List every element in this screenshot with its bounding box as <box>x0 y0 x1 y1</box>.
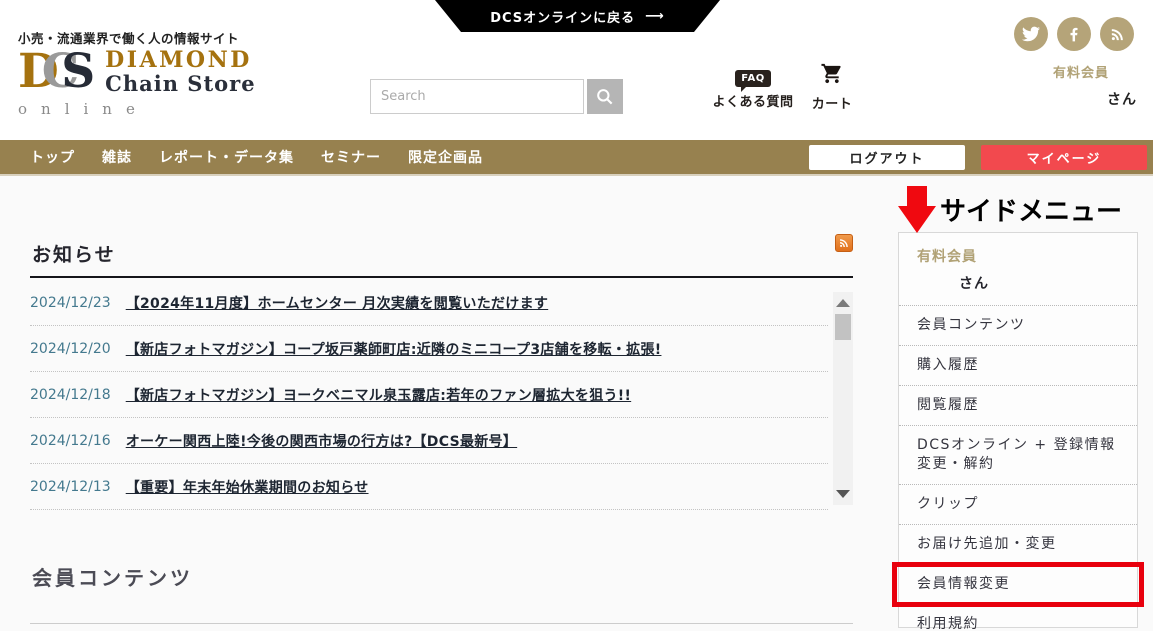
nav-item[interactable]: 雑誌 <box>102 147 132 167</box>
news-item: 2024/12/18 【新店フォトマガジン】ヨークベニマル泉玉露店:若年のファン… <box>30 372 828 418</box>
rss-feed-icon[interactable] <box>835 234 853 252</box>
red-down-arrow-icon <box>898 186 936 233</box>
logo-text: DIAMOND Chain Store <box>105 46 255 96</box>
sidebar-item[interactable]: DCSオンライン + 登録情報変更・解約 <box>899 425 1137 484</box>
nav-item[interactable]: レポート・データ集 <box>159 147 294 167</box>
sidebar-item[interactable]: クリップ <box>899 484 1137 524</box>
news-section-title: お知らせ <box>32 240 116 267</box>
member-status-label: 有料会員 <box>1053 62 1137 81</box>
nav-item[interactable]: セミナー <box>321 147 381 167</box>
scroll-up-icon[interactable] <box>836 299 850 307</box>
news-date: 2024/12/23 <box>30 295 111 311</box>
search-input[interactable] <box>371 80 583 113</box>
facebook-icon[interactable] <box>1057 17 1091 51</box>
logo-row: DCS DIAMOND Chain Store <box>18 46 256 98</box>
twitter-icon[interactable] <box>1014 17 1048 51</box>
logo-chain-store: Chain Store <box>105 72 255 96</box>
scroll-thumb[interactable] <box>835 314 851 340</box>
cart-icon <box>820 62 844 85</box>
mypage-button[interactable]: マイページ <box>981 145 1147 170</box>
member-name: さん <box>1053 89 1137 109</box>
back-banner-label: DCSオンラインに戻る <box>490 7 635 26</box>
dcs-logo-mark: DCS <box>18 46 95 98</box>
sidebar-item[interactable]: 会員情報変更 <box>899 564 1137 604</box>
nav-item[interactable]: 限定企画品 <box>408 147 483 167</box>
news-link[interactable]: オーケー関西上陸!今後の関西市場の行方は?【DCS最新号】 <box>126 431 517 451</box>
sidebar-item[interactable]: 会員コンテンツ <box>899 305 1137 345</box>
faq-label: よくある質問 <box>705 91 801 110</box>
search-box <box>370 79 584 114</box>
scroll-down-icon[interactable] <box>836 490 850 498</box>
news-date: 2024/12/18 <box>30 387 111 403</box>
logo-diamond: DIAMOND <box>105 48 255 72</box>
news-link[interactable]: 【2024年11月度】ホームセンター 月次実績を閲覧いただけます <box>126 293 549 313</box>
sidebar-menu: 会員コンテンツ 購入履歴 閲覧履歴 DCSオンライン + 登録情報変更・解約 ク… <box>899 305 1137 644</box>
side-menu-annotation: サイドメニュー <box>940 191 1122 228</box>
news-heading-divider <box>30 276 853 278</box>
member-section-divider <box>30 623 853 624</box>
logo-letter-s: S <box>61 44 95 99</box>
back-to-dcs-online-banner[interactable]: DCSオンラインに戻る ⟶ <box>435 0 720 32</box>
news-date: 2024/12/13 <box>30 479 111 495</box>
page: 小売・流通業界で働く人の情報サイト DCS DIAMOND Chain Stor… <box>0 0 1153 631</box>
social-links <box>1014 17 1134 51</box>
news-list: 2024/12/23 【2024年11月度】ホームセンター 月次実績を閲覧いただ… <box>30 280 828 510</box>
main-nav: トップ 雑誌 レポート・データ集 セミナー 限定企画品 ログアウト マイページ <box>0 140 1153 176</box>
sidebar-member-block: 有料会員 さん <box>899 233 1137 305</box>
search-icon <box>595 87 615 107</box>
sidebar-item[interactable]: お届け先追加・変更 <box>899 524 1137 564</box>
news-item: 2024/12/16 オーケー関西上陸!今後の関西市場の行方は?【DCS最新号】 <box>30 418 828 464</box>
logout-button[interactable]: ログアウト <box>809 145 965 170</box>
logo-online: online <box>18 100 256 118</box>
news-item: 2024/12/23 【2024年11月度】ホームセンター 月次実績を閲覧いただ… <box>30 280 828 326</box>
sidebar-item[interactable]: 購入履歴 <box>899 345 1137 385</box>
cart-label: カート <box>804 93 860 112</box>
faq-link[interactable]: FAQ よくある質問 <box>705 66 801 110</box>
site-logo[interactable]: DCS DIAMOND Chain Store online <box>18 46 256 118</box>
sidebar-member-status: 有料会員 <box>917 246 1119 266</box>
news-link[interactable]: 【重要】年末年始休業期間のお知らせ <box>126 477 369 497</box>
sidebar-item[interactable]: 利用規約 <box>899 604 1137 644</box>
news-item: 2024/12/13 【重要】年末年始休業期間のお知らせ <box>30 464 828 510</box>
news-scrollbar[interactable] <box>833 292 853 505</box>
nav-item[interactable]: トップ <box>30 147 75 167</box>
sidebar-member-name: さん <box>917 273 1119 293</box>
news-link[interactable]: 【新店フォトマガジン】コープ坂戸薬師町店:近隣のミニコープ3店舗を移転・拡張! <box>126 339 662 359</box>
news-date: 2024/12/16 <box>30 433 111 449</box>
member-content-section-title: 会員コンテンツ <box>32 562 193 591</box>
news-date: 2024/12/20 <box>30 341 111 357</box>
news-link[interactable]: 【新店フォトマガジン】ヨークベニマル泉玉露店:若年のファン層拡大を狙う!! <box>126 385 631 405</box>
faq-speech-bubble-icon: FAQ <box>735 70 770 87</box>
side-menu: 有料会員 さん 会員コンテンツ 購入履歴 閲覧履歴 DCSオンライン + 登録情… <box>898 232 1138 628</box>
search-button[interactable] <box>587 79 623 114</box>
member-status-block: 有料会員 さん <box>1053 62 1137 109</box>
sidebar-item[interactable]: 閲覧履歴 <box>899 385 1137 425</box>
cart-link[interactable]: カート <box>804 62 860 112</box>
news-item: 2024/12/20 【新店フォトマガジン】コープ坂戸薬師町店:近隣のミニコープ… <box>30 326 828 372</box>
rss-icon[interactable] <box>1100 17 1134 51</box>
site-header: 小売・流通業界で働く人の情報サイト DCS DIAMOND Chain Stor… <box>0 0 1153 140</box>
right-arrow-icon: ⟶ <box>645 9 665 24</box>
